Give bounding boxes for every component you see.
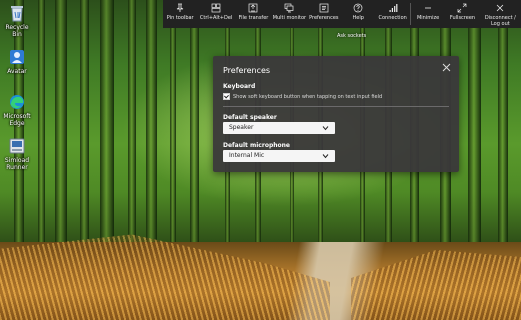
- speaker-select-value: Speaker: [229, 124, 254, 131]
- disconnect-button[interactable]: Disconnect / Log out: [480, 0, 521, 28]
- toolbar-label: Preferences: [309, 15, 339, 21]
- close-icon: [497, 4, 504, 12]
- preferences-button[interactable]: Preferences: [307, 0, 341, 28]
- minimize-icon: [425, 7, 432, 9]
- fullscreen-button[interactable]: Fullscreen: [445, 0, 479, 28]
- desktop-icon-label: Simload Runner: [4, 157, 30, 171]
- toolbar-label: Minimize: [416, 15, 440, 21]
- avatar-icon: [8, 48, 26, 66]
- desktop-icon-simload[interactable]: Simload Runner: [3, 137, 31, 171]
- session-toolbar: Pin toolbar Ctrl+Alt+Del File transfer M…: [163, 0, 521, 28]
- preferences-dialog: Preferences Keyboard Show soft keyboard …: [213, 56, 459, 172]
- ctrl-alt-del-button[interactable]: Ctrl+Alt+Del: [197, 0, 234, 28]
- section-divider: [223, 106, 449, 107]
- recycle-bin-icon: [8, 4, 26, 22]
- edge-icon: [8, 93, 26, 111]
- connection-icon: [389, 4, 398, 12]
- checkbox-label: Show soft keyboard button when tapping o…: [233, 93, 383, 100]
- multi-monitor-button[interactable]: Multi monitor: [272, 0, 306, 28]
- help-button[interactable]: Help: [341, 0, 375, 28]
- desktop-icon-label: Microsoft Edge: [3, 113, 31, 127]
- minimize-button[interactable]: Minimize: [411, 0, 445, 28]
- microphone-select[interactable]: Internal Mic: [223, 150, 335, 162]
- file-transfer-button[interactable]: File transfer: [235, 0, 272, 28]
- fullscreen-icon: [458, 3, 467, 13]
- toolbar-label: Help: [352, 15, 364, 21]
- toolbar-label: File transfer: [238, 15, 269, 21]
- chevron-down-icon: [322, 154, 329, 159]
- pin-icon: [177, 3, 184, 12]
- toolbar-label: Fullscreen: [449, 15, 476, 21]
- simload-icon: [8, 137, 26, 155]
- keyboard-heading: Keyboard: [223, 83, 256, 90]
- preferences-icon: [319, 3, 329, 13]
- speaker-select[interactable]: Speaker: [223, 122, 335, 134]
- pin-toolbar-button[interactable]: Pin toolbar: [163, 0, 197, 28]
- microphone-heading: Default microphone: [223, 142, 290, 149]
- connection-button[interactable]: Connection: [375, 0, 409, 28]
- toolbar-label: Disconnect / Log out: [484, 15, 516, 27]
- dialog-title: Preferences: [223, 66, 271, 75]
- desktop-icon-label: Avatar: [7, 68, 27, 75]
- help-icon: [353, 3, 363, 13]
- file-transfer-icon: [249, 3, 258, 13]
- multi-monitor-icon: [285, 3, 294, 13]
- soft-keyboard-option[interactable]: Show soft keyboard button when tapping o…: [223, 93, 382, 100]
- desktop-icon-edge[interactable]: Microsoft Edge: [3, 93, 31, 127]
- desktop-icon-recycle-bin[interactable]: Recycle Bin: [3, 4, 31, 38]
- soft-keyboard-checkbox[interactable]: [223, 93, 230, 100]
- speaker-heading: Default speaker: [223, 114, 277, 121]
- keyboard-icon: [211, 3, 221, 13]
- toolbar-label: Pin toolbar: [166, 15, 194, 21]
- desktop-caption: Ask sockets: [337, 33, 367, 39]
- desktop-icon-avatar[interactable]: Avatar: [3, 48, 31, 75]
- microphone-select-value: Internal Mic: [229, 152, 265, 159]
- desktop-icon-label: Recycle Bin: [5, 24, 29, 38]
- chevron-down-icon: [322, 126, 329, 131]
- toolbar-label: Multi monitor: [272, 15, 307, 21]
- toolbar-label: Ctrl+Alt+Del: [199, 15, 233, 21]
- toolbar-label: Connection: [378, 15, 407, 21]
- close-icon[interactable]: [442, 63, 451, 72]
